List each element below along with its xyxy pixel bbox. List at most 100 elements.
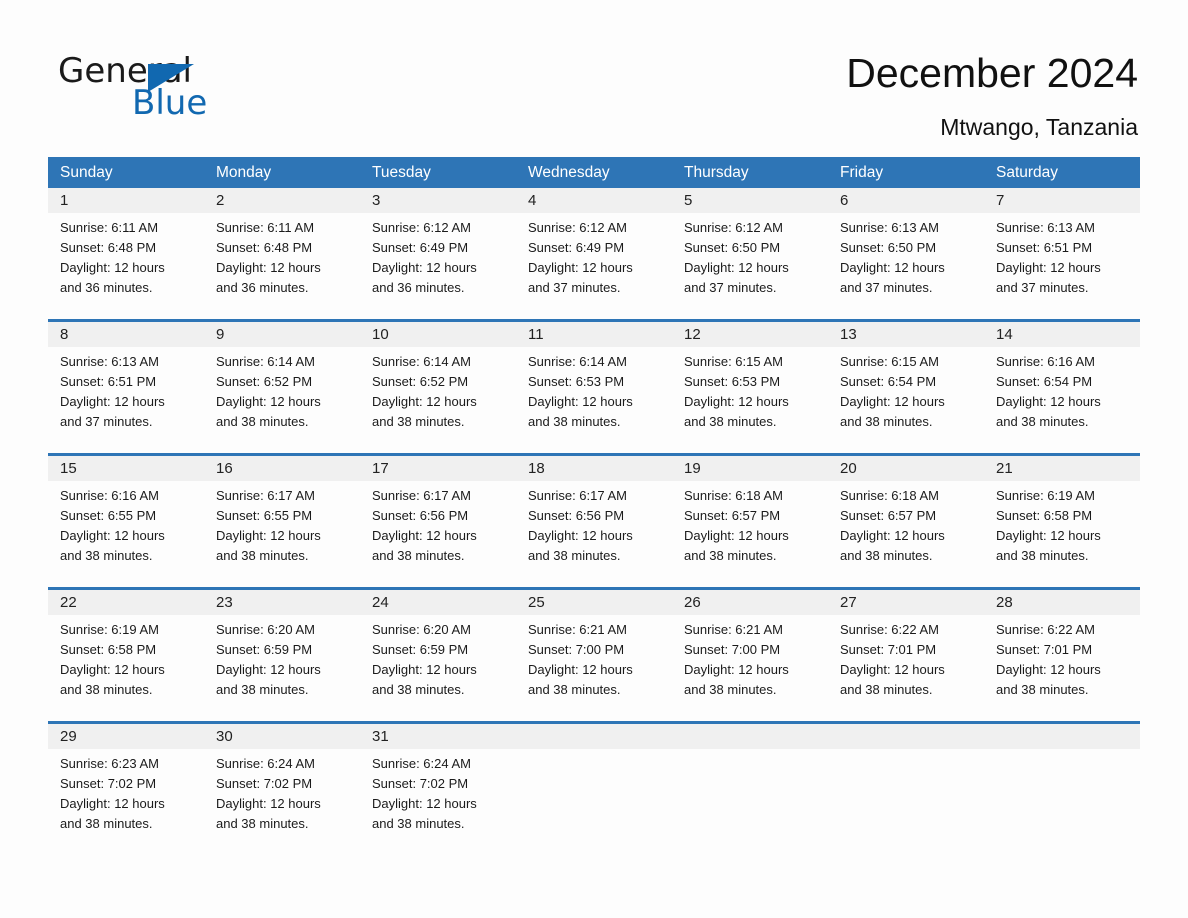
daylight-text-line1: Daylight: 12 hours: [684, 528, 789, 543]
weekday-header-sunday: Sunday: [60, 164, 113, 181]
day-number: 13: [840, 326, 857, 343]
sunset-text: Sunset: 6:51 PM: [60, 374, 157, 389]
daylight-text-line1: Daylight: 12 hours: [996, 528, 1101, 543]
day-cell: Sunrise: 6:22 AM Sunset: 7:01 PM Dayligh…: [828, 615, 984, 703]
day-cell-empty: [672, 749, 828, 837]
day-number: 16: [216, 460, 233, 477]
day-cell: Sunrise: 6:21 AM Sunset: 7:00 PM Dayligh…: [672, 615, 828, 703]
sunset-text: Sunset: 6:53 PM: [528, 374, 625, 389]
sunset-text: Sunset: 6:55 PM: [60, 508, 157, 523]
daylight-text-line2: and 38 minutes.: [372, 548, 465, 563]
sunrise-text: Sunrise: 6:16 AM: [60, 488, 159, 503]
daylight-text-line1: Daylight: 12 hours: [372, 528, 477, 543]
daylight-text-line2: and 38 minutes.: [684, 548, 777, 563]
sunset-text: Sunset: 7:02 PM: [60, 776, 157, 791]
sunrise-text: Sunrise: 6:19 AM: [60, 622, 159, 637]
daylight-text-line1: Daylight: 12 hours: [684, 394, 789, 409]
sunset-text: Sunset: 6:56 PM: [528, 508, 625, 523]
sunrise-text: Sunrise: 6:21 AM: [528, 622, 627, 637]
day-cell: Sunrise: 6:18 AM Sunset: 6:57 PM Dayligh…: [672, 481, 828, 569]
daylight-text-line2: and 38 minutes.: [372, 816, 465, 831]
daylight-text-line2: and 38 minutes.: [996, 414, 1089, 429]
daylight-text-line2: and 38 minutes.: [684, 682, 777, 697]
sunset-text: Sunset: 6:49 PM: [528, 240, 625, 255]
week-separator: [48, 435, 1140, 453]
day-cell-empty: [984, 749, 1140, 837]
sunset-text: Sunset: 6:50 PM: [840, 240, 937, 255]
week-date-band: 15 16 17 18 19 20 21: [48, 456, 1140, 481]
sunset-text: Sunset: 6:57 PM: [684, 508, 781, 523]
daylight-text-line1: Daylight: 12 hours: [216, 796, 321, 811]
daylight-text-line1: Daylight: 12 hours: [60, 662, 165, 677]
week-separator: [48, 703, 1140, 721]
week-row: 8 9 10 11 12 13 14 Sunrise: 6:13 AM Suns…: [48, 319, 1140, 435]
daylight-text-line1: Daylight: 12 hours: [60, 528, 165, 543]
daylight-text-line1: Daylight: 12 hours: [372, 394, 477, 409]
week-date-band: 1 2 3 4 5 6 7: [48, 188, 1140, 213]
day-number: 31: [372, 728, 389, 745]
daylight-text-line1: Daylight: 12 hours: [684, 662, 789, 677]
day-number: 18: [528, 460, 545, 477]
daylight-text-line2: and 38 minutes.: [684, 414, 777, 429]
day-number: 6: [840, 192, 849, 209]
sunset-text: Sunset: 6:56 PM: [372, 508, 469, 523]
day-number: 26: [684, 594, 701, 611]
sunrise-text: Sunrise: 6:24 AM: [216, 756, 315, 771]
sunrise-text: Sunrise: 6:18 AM: [684, 488, 783, 503]
sunrise-text: Sunrise: 6:15 AM: [840, 354, 939, 369]
day-cell: Sunrise: 6:12 AM Sunset: 6:49 PM Dayligh…: [360, 213, 516, 301]
sunset-text: Sunset: 6:59 PM: [372, 642, 469, 657]
day-cell: Sunrise: 6:12 AM Sunset: 6:50 PM Dayligh…: [672, 213, 828, 301]
weekday-header-row: Sunday Monday Tuesday Wednesday Thursday…: [48, 157, 1140, 188]
weekday-header-wednesday: Wednesday: [528, 164, 610, 181]
week-separator: [48, 301, 1140, 319]
day-cell: Sunrise: 6:20 AM Sunset: 6:59 PM Dayligh…: [360, 615, 516, 703]
day-number: 22: [60, 594, 77, 611]
day-cell-empty: [516, 749, 672, 837]
sunrise-text: Sunrise: 6:24 AM: [372, 756, 471, 771]
day-cell: Sunrise: 6:17 AM Sunset: 6:55 PM Dayligh…: [204, 481, 360, 569]
sunrise-text: Sunrise: 6:23 AM: [60, 756, 159, 771]
sunrise-text: Sunrise: 6:22 AM: [996, 622, 1095, 637]
day-cell: Sunrise: 6:16 AM Sunset: 6:55 PM Dayligh…: [48, 481, 204, 569]
daylight-text-line1: Daylight: 12 hours: [684, 260, 789, 275]
day-number: 25: [528, 594, 545, 611]
sunrise-text: Sunrise: 6:14 AM: [372, 354, 471, 369]
week-detail-band: Sunrise: 6:13 AM Sunset: 6:51 PM Dayligh…: [48, 347, 1140, 435]
sunrise-text: Sunrise: 6:14 AM: [528, 354, 627, 369]
daylight-text-line2: and 38 minutes.: [840, 682, 933, 697]
weekday-header-thursday: Thursday: [684, 164, 749, 181]
sunrise-text: Sunrise: 6:22 AM: [840, 622, 939, 637]
day-number: 11: [528, 326, 544, 343]
daylight-text-line2: and 37 minutes.: [996, 280, 1089, 295]
week-date-band: 22 23 24 25 26 27 28: [48, 590, 1140, 615]
daylight-text-line2: and 37 minutes.: [60, 414, 153, 429]
day-cell: Sunrise: 6:19 AM Sunset: 6:58 PM Dayligh…: [984, 481, 1140, 569]
daylight-text-line1: Daylight: 12 hours: [840, 394, 945, 409]
daylight-text-line1: Daylight: 12 hours: [216, 528, 321, 543]
day-number: 15: [60, 460, 77, 477]
day-cell: Sunrise: 6:13 AM Sunset: 6:50 PM Dayligh…: [828, 213, 984, 301]
daylight-text-line1: Daylight: 12 hours: [996, 662, 1101, 677]
sunrise-text: Sunrise: 6:15 AM: [684, 354, 783, 369]
day-number: 9: [216, 326, 225, 343]
day-number: 7: [996, 192, 1005, 209]
week-date-band: 8 9 10 11 12 13 14: [48, 322, 1140, 347]
day-number: 4: [528, 192, 537, 209]
daylight-text-line2: and 36 minutes.: [216, 280, 309, 295]
daylight-text-line2: and 38 minutes.: [528, 548, 621, 563]
sunset-text: Sunset: 6:52 PM: [216, 374, 313, 389]
day-number-empty: [984, 724, 1140, 749]
day-number: 1: [60, 192, 69, 209]
sunrise-text: Sunrise: 6:12 AM: [528, 220, 627, 235]
day-number: 30: [216, 728, 233, 745]
day-number: 27: [840, 594, 857, 611]
week-detail-band: Sunrise: 6:23 AM Sunset: 7:02 PM Dayligh…: [48, 749, 1140, 837]
generalblue-logo[interactable]: General Blue: [58, 52, 338, 124]
weekday-header-friday: Friday: [840, 164, 884, 181]
day-number: 20: [840, 460, 857, 477]
sunset-text: Sunset: 7:01 PM: [840, 642, 937, 657]
week-separator: [48, 569, 1140, 587]
sunset-text: Sunset: 6:51 PM: [996, 240, 1093, 255]
day-cell: Sunrise: 6:14 AM Sunset: 6:52 PM Dayligh…: [204, 347, 360, 435]
